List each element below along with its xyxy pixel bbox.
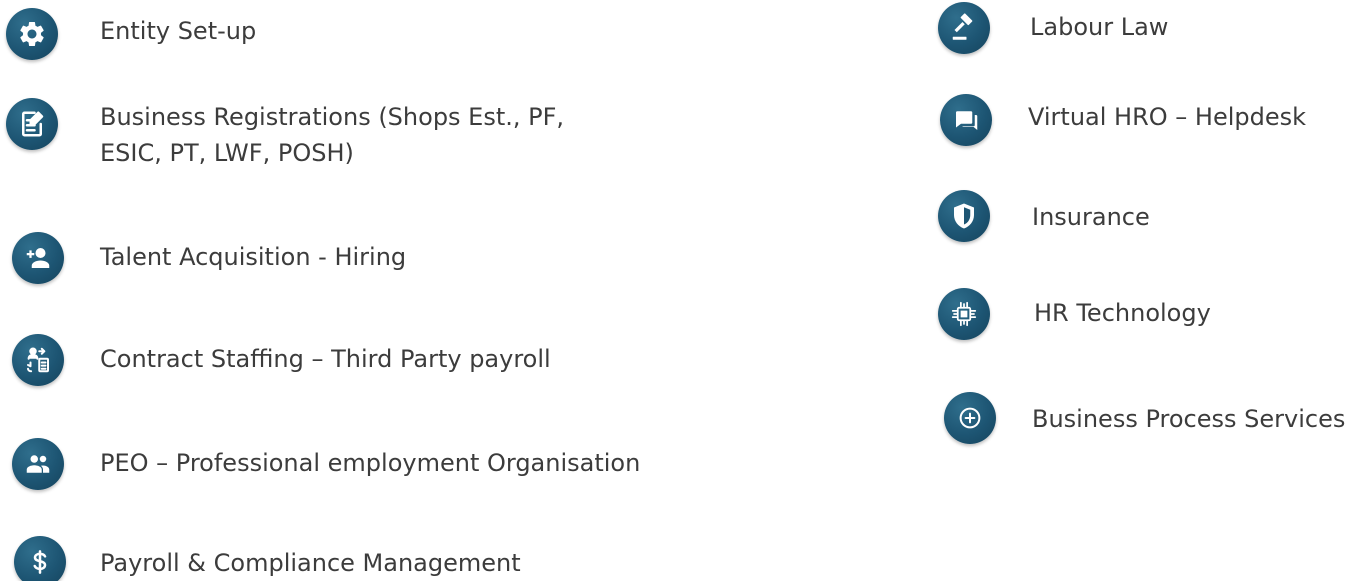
chat-icon bbox=[940, 94, 992, 146]
service-label: Insurance bbox=[1032, 203, 1150, 231]
service-label: Talent Acquisition - Hiring bbox=[100, 243, 407, 271]
group-icon bbox=[12, 438, 64, 490]
edit-document-icon bbox=[6, 98, 58, 150]
service-business-process: Business Process Services bbox=[930, 390, 1370, 450]
service-label-line1: Business Registrations (Shops Est., PF, bbox=[100, 103, 565, 131]
service-contract-staffing: Contract Staffing – Third Party payroll bbox=[0, 328, 700, 388]
service-talent-acquisition: Talent Acquisition - Hiring bbox=[0, 226, 700, 286]
service-label: PEO – Professional employment Organisati… bbox=[100, 449, 641, 477]
service-insurance: Insurance bbox=[930, 186, 1350, 246]
service-peo: PEO – Professional employment Organisati… bbox=[0, 432, 720, 492]
service-label: HR Technology bbox=[1034, 299, 1211, 327]
services-page: { "left_column": { "items": [ { "label":… bbox=[0, 0, 1372, 581]
service-entity-setup: Entity Set-up bbox=[0, 0, 700, 60]
service-label: Entity Set-up bbox=[100, 17, 257, 45]
service-hr-technology: HR Technology bbox=[930, 284, 1350, 344]
staffing-exchange-icon bbox=[12, 334, 64, 386]
chip-icon bbox=[938, 288, 990, 340]
service-label: Labour Law bbox=[1030, 13, 1169, 41]
gavel-icon bbox=[938, 2, 990, 54]
add-user-icon bbox=[12, 232, 64, 284]
service-virtual-hro-helpdesk: Virtual HRO – Helpdesk bbox=[930, 88, 1360, 148]
service-label: Business Process Services bbox=[1032, 405, 1346, 433]
service-labour-law: Labour Law bbox=[930, 0, 1350, 60]
service-label: Virtual HRO – Helpdesk bbox=[1028, 103, 1307, 131]
plus-circle-icon bbox=[944, 392, 996, 444]
dollar-icon bbox=[14, 536, 66, 581]
gear-icon bbox=[6, 8, 58, 60]
shield-icon bbox=[938, 190, 990, 242]
service-label-line2: ESIC, PT, LWF, POSH) bbox=[100, 139, 354, 167]
service-business-registrations: Business Registrations (Shops Est., PF, … bbox=[0, 90, 700, 180]
service-label: Contract Staffing – Third Party payroll bbox=[100, 345, 551, 373]
service-payroll-compliance: Payroll & Compliance Management bbox=[0, 532, 700, 581]
service-label: Payroll & Compliance Management bbox=[100, 549, 521, 577]
